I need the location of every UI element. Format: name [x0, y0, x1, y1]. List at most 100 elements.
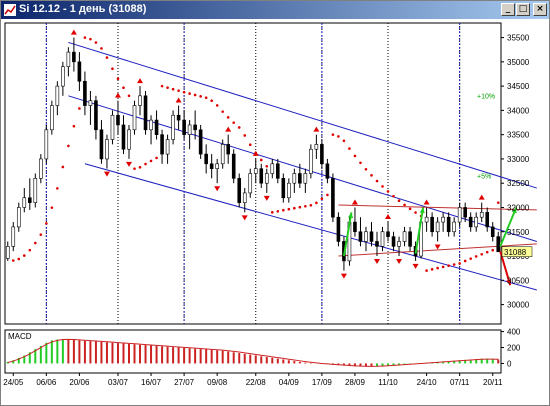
price-bar-body [320, 144, 324, 165]
title-bar[interactable]: Si 12.12 - 1 день (31088) _ □ × [1, 1, 549, 19]
price-bar-body [72, 51, 76, 63]
sar-dot [326, 193, 329, 197]
sar-dot [100, 47, 103, 50]
sar-dot [485, 250, 489, 254]
price-bar-body [463, 207, 467, 218]
price-bar-body [27, 197, 32, 203]
price-tick-label: 34500 [507, 82, 530, 91]
price-bar-body [127, 129, 131, 150]
price-bar-body [303, 173, 308, 184]
sar-dot [282, 208, 285, 212]
sar-dot [116, 77, 120, 81]
sar-dot [353, 154, 357, 158]
date-tick-label: 09/08 [207, 378, 228, 387]
price-bar-body [5, 246, 10, 259]
price-bar-body [364, 231, 368, 242]
sar-dot [441, 265, 445, 269]
sar-dot [359, 161, 362, 165]
price-tick-label: 34000 [507, 106, 530, 115]
sar-dot [182, 90, 186, 94]
price-bar-body [209, 163, 214, 169]
price-tick-label: 32500 [507, 179, 530, 188]
sar-dot [122, 86, 125, 89]
sar-dot [243, 134, 247, 137]
macd-tick-label: 400 [507, 328, 521, 337]
price-bar-body [176, 114, 181, 121]
price-tick-label: 30500 [507, 276, 530, 285]
price-bar-body [397, 241, 401, 247]
date-tick-label: 06/06 [36, 378, 57, 387]
price-bar-body [292, 173, 297, 184]
date-tick-label: 04/09 [279, 378, 300, 387]
price-tick-label: 33000 [507, 155, 530, 164]
sar-dot [265, 164, 269, 168]
sar-dot [491, 248, 495, 252]
sar-dot [61, 165, 65, 169]
sar-dot [364, 167, 368, 171]
sar-dot [160, 84, 164, 88]
date-tick-label: 28/09 [345, 378, 366, 387]
sar-dot [28, 248, 32, 252]
price-bar-body [105, 139, 109, 160]
sar-dot [425, 269, 428, 272]
sar-dot [315, 201, 318, 205]
sar-dot [226, 116, 230, 119]
sar-dot [45, 222, 48, 225]
price-bar-body [457, 207, 462, 223]
minimize-button[interactable]: _ [501, 3, 515, 16]
price-bar-body [193, 124, 197, 131]
sar-dot [39, 233, 43, 236]
maximize-button[interactable]: □ [516, 3, 530, 16]
price-bar-body [248, 173, 253, 194]
sar-dot [447, 264, 450, 267]
price-tick-label: 31500 [507, 228, 530, 237]
date-tick-label: 24/10 [417, 378, 438, 387]
price-bar-body [369, 231, 374, 242]
price-bar-body [287, 182, 291, 199]
sar-dot [474, 255, 478, 258]
sar-dot [133, 167, 136, 170]
price-bar-body [435, 221, 440, 233]
price-bar-body [474, 216, 479, 228]
sar-dot [248, 143, 252, 146]
sar-dot [171, 87, 175, 91]
price-bar-body [325, 163, 330, 179]
price-chart[interactable]: +10% +5% 35500 35000 34500 34000 33500 33000 32… [1, 19, 549, 405]
sar-dot [370, 174, 373, 177]
sar-dot [408, 207, 412, 211]
sar-dot [304, 204, 307, 208]
sar-dot [215, 104, 219, 107]
price-bar-body [237, 178, 242, 203]
price-bar-body [380, 231, 385, 247]
sar-dot [138, 165, 142, 169]
price-bar-body [33, 178, 38, 203]
price-bar-body [452, 221, 456, 233]
price-bar-body [138, 95, 142, 106]
price-bar-body [485, 212, 490, 228]
sar-dot [105, 56, 109, 59]
channel-percent-label: +5% [477, 173, 491, 180]
price-bar-body [259, 168, 264, 184]
sar-dot [337, 135, 340, 138]
chart-window: Si 12.12 - 1 день (31088) _ □ × +10% +5% … [0, 0, 550, 406]
date-tick-label: 20/06 [69, 378, 90, 387]
price-bar-body [496, 236, 501, 253]
price-bar-body [391, 236, 396, 247]
sar-dot [309, 203, 313, 207]
date-tick-label: 17/09 [312, 378, 333, 387]
sar-dot [232, 121, 236, 124]
close-button[interactable]: × [533, 3, 547, 16]
sar-dot [72, 124, 76, 128]
date-tick-label: 24/05 [3, 378, 24, 387]
sar-dot [259, 158, 263, 162]
price-bar-body [99, 129, 104, 160]
sar-dot [293, 206, 296, 210]
price-bar-body [187, 124, 192, 135]
price-tick-label: 32000 [507, 203, 530, 212]
macd-label: MACD [8, 332, 32, 341]
price-tick-label: 30000 [507, 301, 530, 310]
sar-dot [22, 254, 26, 257]
price-bar-body [11, 226, 16, 247]
sar-dot [463, 259, 467, 263]
price-bar-body [226, 144, 230, 155]
